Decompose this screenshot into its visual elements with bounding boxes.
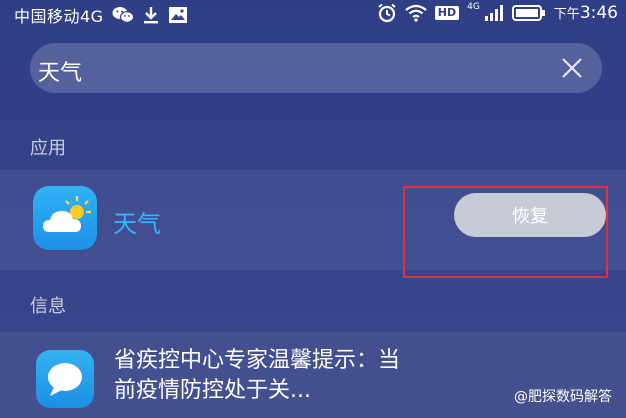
status-left: 中国移动4G bbox=[14, 3, 188, 27]
search-bar[interactable]: 天气 bbox=[30, 43, 602, 93]
weather-icon[interactable] bbox=[33, 186, 97, 250]
section-title-apps: 应用 bbox=[30, 138, 66, 159]
wifi-icon bbox=[405, 4, 427, 22]
app-name[interactable]: 天气 bbox=[113, 204, 161, 239]
highlight-box bbox=[403, 186, 608, 278]
wechat-icon bbox=[112, 6, 134, 24]
message-preview[interactable]: 省疾控中心专家温馨提示：当前疫情防控处于关... bbox=[114, 346, 414, 406]
close-icon[interactable] bbox=[560, 56, 584, 80]
download-icon bbox=[142, 6, 160, 24]
watermark-text: @肥探数码解答 bbox=[514, 389, 612, 405]
signal-icon bbox=[484, 4, 504, 22]
watermark: @肥探数码解答 bbox=[514, 386, 612, 406]
time-prefix: 下午 bbox=[553, 7, 580, 22]
message-icon[interactable] bbox=[36, 350, 94, 408]
time-label: 3:46 bbox=[579, 3, 618, 23]
status-right: HD 4G 下午3:46 bbox=[377, 3, 618, 23]
search-input[interactable]: 天气 bbox=[38, 55, 82, 87]
battery-icon bbox=[511, 4, 546, 22]
image-icon bbox=[168, 6, 188, 24]
section-title-info: 信息 bbox=[30, 296, 66, 317]
clock: 下午3:46 bbox=[554, 3, 618, 23]
network-type-label: 4G bbox=[467, 2, 480, 12]
hd-badge: HD bbox=[434, 6, 460, 20]
status-bar: 中国移动4G HD 4G 下午3:46 bbox=[0, 0, 626, 27]
alarm-icon bbox=[377, 3, 397, 23]
carrier-label: 中国移动4G bbox=[14, 7, 104, 26]
